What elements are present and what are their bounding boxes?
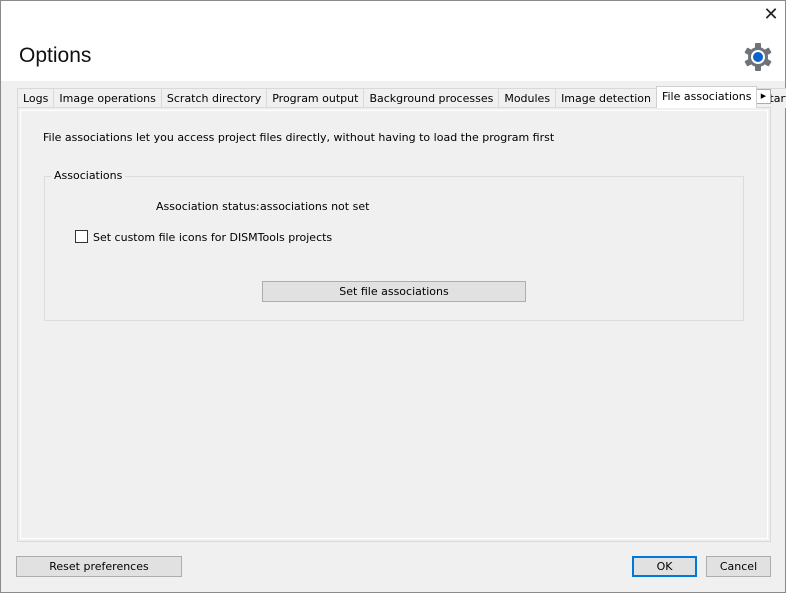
description-text: File associations let you access project… (43, 131, 555, 144)
page-title: Options (19, 44, 92, 67)
tab-modules[interactable]: Modules (498, 88, 557, 108)
gear-icon (744, 43, 772, 71)
group-label: Associations (51, 169, 126, 182)
tab-image-detection[interactable]: Image detection (555, 88, 657, 108)
tab-scroll-right-button[interactable]: ▶ (756, 89, 771, 104)
tab-scratch-directory[interactable]: Scratch directory (160, 88, 268, 108)
close-icon[interactable]: ✕ (761, 5, 781, 25)
cancel-button[interactable]: Cancel (706, 556, 771, 577)
tab-background-processes[interactable]: Background processes (363, 88, 500, 108)
tab-file-associations[interactable]: File associations (655, 86, 758, 108)
tab-panel (17, 107, 771, 542)
custom-icons-checkbox[interactable] (75, 230, 88, 243)
set-file-associations-button[interactable]: Set file associations (262, 281, 526, 302)
tab-logs[interactable]: Logs (17, 88, 55, 108)
tab-image-operations[interactable]: Image operations (53, 88, 162, 108)
header: ✕ Options (1, 1, 785, 81)
tab-strip: Logs Image operations Scratch directory … (17, 86, 786, 108)
options-window: ✕ Options Logs Image operations Scratch … (0, 0, 786, 593)
status-value: associations not set (260, 200, 370, 213)
status-label: Association status: (156, 200, 260, 213)
tab-program-output[interactable]: Program output (266, 88, 365, 108)
custom-icons-label[interactable]: Set custom file icons for DISMTools proj… (93, 231, 332, 244)
reset-preferences-button[interactable]: Reset preferences (16, 556, 182, 577)
ok-button[interactable]: OK (632, 556, 697, 577)
